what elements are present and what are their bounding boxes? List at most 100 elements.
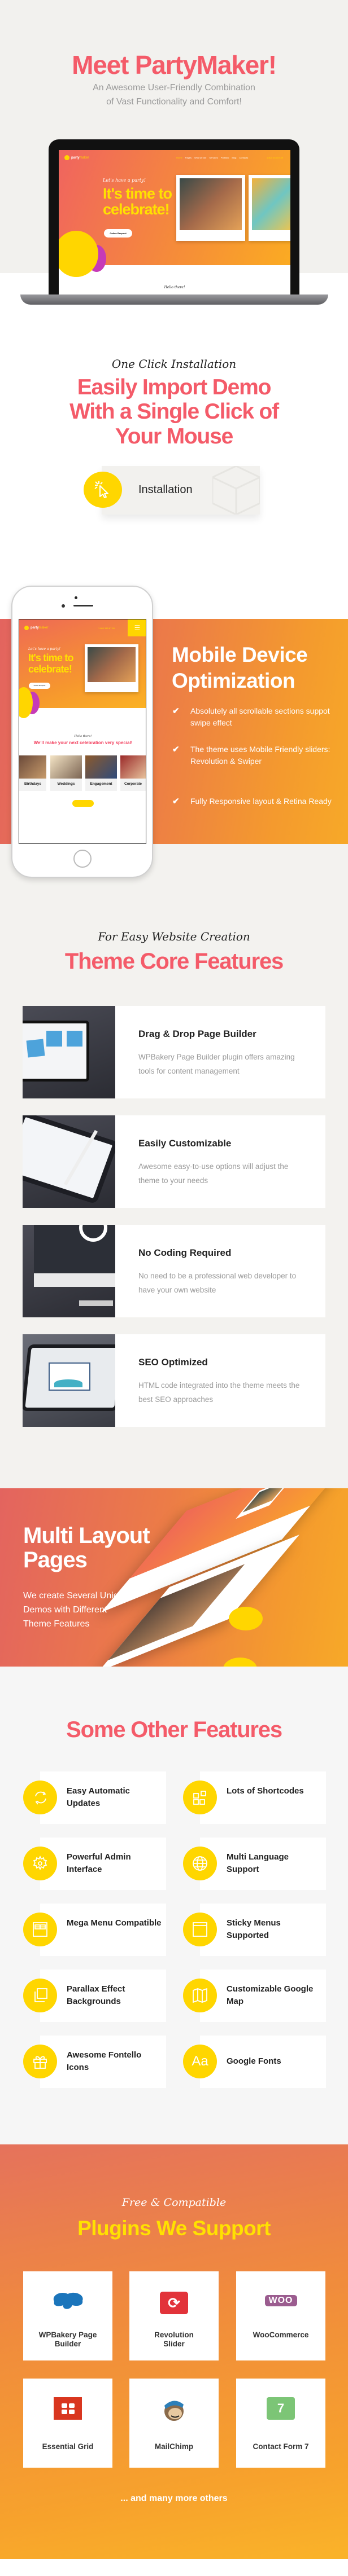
blocks-icon xyxy=(183,1781,217,1814)
mock-nav-item: Contacts xyxy=(239,156,249,159)
mock-category: Birthdays xyxy=(19,755,46,791)
core-heading: Theme Core Features xyxy=(64,949,284,974)
plugins-heading: Plugins We Support xyxy=(77,2217,271,2240)
layers-icon xyxy=(23,1979,57,2012)
installation-button[interactable]: Installation xyxy=(102,466,260,515)
mock-category: Engagement xyxy=(85,755,117,791)
woo-logo-icon: WOO xyxy=(264,2295,297,2306)
feature-label: Easy Automatic Updates xyxy=(67,1786,130,1808)
mock-nav-item: Services xyxy=(209,156,218,159)
plugins-more: ... and many more others xyxy=(120,2494,228,2503)
plugin-card-essential-grid: Essential Grid xyxy=(23,2379,112,2468)
map-icon xyxy=(183,1979,217,2012)
mock-headline-1: It's time to xyxy=(28,652,74,663)
box-watermark-icon xyxy=(212,466,260,515)
smile-logo-icon xyxy=(24,626,29,630)
feature-label: Parallax Effect Backgrounds xyxy=(67,1984,125,2006)
mock-hello: Hello there! xyxy=(74,735,92,738)
mock-nav-item: Pages xyxy=(185,156,192,159)
laptop-base xyxy=(20,294,328,305)
install-heading-1: Easily Import Demo xyxy=(77,375,272,399)
gear-icon xyxy=(23,1847,57,1880)
mock-nav-item: Portfolio xyxy=(220,156,229,159)
feature-label: Mega Menu Compatible xyxy=(67,1918,162,1928)
mock-category-label: Corporate xyxy=(124,782,142,786)
other-heading: Some Other Features xyxy=(66,1717,282,1742)
plugin-card-cf7: 7 Contact Form 7 xyxy=(236,2379,325,2468)
mobile-heading-1: Mobile Device xyxy=(172,643,308,666)
install-heading-2: With a Single Click of xyxy=(69,399,279,424)
mock-photo-card xyxy=(249,175,290,241)
feature-card xyxy=(200,1771,326,1824)
mock-phone: 1 800 345 87 89 xyxy=(267,156,283,159)
tablet-pencil-image xyxy=(23,1115,115,1208)
laptop-screen: party maker Home Pages Who we are Service… xyxy=(59,150,290,294)
phone-screen: ☰ party maker 1 800 345 87 89 Let's have … xyxy=(19,619,146,844)
plugin-card-revslider: ⟳ Revolution Slider xyxy=(129,2271,219,2360)
mock-headline-2: celebrate! xyxy=(103,201,170,218)
core-card: Easily Customizable Awesome easy-to-use … xyxy=(23,1115,325,1208)
core-card: No Coding Required No need to be a profe… xyxy=(23,1225,325,1317)
gift-icon xyxy=(23,2045,57,2078)
hero-subtitle-2: of Vast Functionality and Comfort! xyxy=(106,97,242,107)
multi-heading-2: Pages xyxy=(23,1548,88,1572)
mock-headline-2: celebrate! xyxy=(28,663,72,675)
mock-category-label: Engagement xyxy=(90,782,112,786)
mobile-bullet: ✔ Absolutely all scrollable sections supp… xyxy=(172,705,342,729)
mock-script: Let's have a party! xyxy=(28,647,60,651)
core-card: SEO Optimized HTML code integrated into … xyxy=(23,1334,325,1427)
mock-category: Corporate xyxy=(120,755,146,791)
mock-phone: 1 800 345 87 89 xyxy=(98,627,115,630)
hamburger-menu-icon: ☰ xyxy=(128,619,146,636)
mock-category-label: Weddings xyxy=(57,782,75,786)
feature-card xyxy=(40,1904,166,1956)
feature-label: Google Fonts xyxy=(227,2056,281,2066)
mock-intro: We'll make your next celebration very sp… xyxy=(33,740,133,745)
multi-desc-3: Theme Features xyxy=(23,1619,90,1629)
mobile-bullet: ✔ The theme uses Mobile Friendly sliders:… xyxy=(172,744,342,767)
core-card: Drag & Drop Page Builder WPBakery Page B… xyxy=(23,1006,325,1098)
feature-label: Customizable Google Map xyxy=(227,1984,314,2006)
mock-nav: Home Pages Who we are Services Portfolio… xyxy=(176,156,248,159)
install-heading-3: Your Mouse xyxy=(115,424,233,449)
check-icon: ✔ xyxy=(172,706,180,716)
ipad-seo-image xyxy=(23,1334,115,1427)
page-title: Meet PartyMaker! xyxy=(72,50,277,80)
check-icon: ✔ xyxy=(172,797,180,806)
wpbakery-logo-icon xyxy=(23,2291,112,2313)
globe-icon xyxy=(183,1847,217,1880)
imac-code-image xyxy=(23,1225,115,1317)
window-icon xyxy=(183,1913,217,1946)
revslider-logo-icon: ⟳ xyxy=(129,2292,219,2314)
mobile-heading-2: Optimization xyxy=(172,669,295,692)
mock-nav-item: Who we are xyxy=(194,156,207,159)
feature-label: Lots of Shortcodes xyxy=(227,1786,304,1796)
feature-label: Multi Language Support xyxy=(227,1852,289,1874)
feature-label: Awesome Fontello Icons xyxy=(67,2050,142,2072)
mock-nav-item: Home xyxy=(176,156,182,159)
feature-label: Sticky Menus Supported xyxy=(227,1918,281,1940)
plugins-script: Free & Compatible xyxy=(121,2196,227,2209)
feature-label: Powerful Admin Interface xyxy=(67,1852,131,1874)
essential-grid-logo-icon xyxy=(23,2397,112,2420)
mock-cta: Online Request xyxy=(104,229,132,238)
installation-label: Installation xyxy=(138,483,193,496)
install-script: One Click Installation xyxy=(111,357,237,371)
cursor-click-icon xyxy=(84,472,122,508)
font-icon: Aa xyxy=(183,2045,217,2078)
mock-script: Let's have a party! xyxy=(103,178,146,183)
phone-home-button xyxy=(73,850,92,868)
plugin-card-wpbakery: WPBakery Page Builder xyxy=(23,2271,112,2360)
smile-logo-icon xyxy=(64,155,69,160)
multi-desc-2: Demos with Different xyxy=(23,1605,107,1615)
mobile-bullet: ✔ Fully Responsive layout & Retina Ready xyxy=(172,797,332,806)
mega-menu-icon xyxy=(23,1913,57,1946)
mock-headline-1: It's time to xyxy=(103,185,172,202)
check-icon: ✔ xyxy=(172,745,180,754)
mock-nav-item: Blog xyxy=(232,156,237,159)
plugin-card-woocommerce: WOO WooCommerce xyxy=(236,2271,325,2360)
mock-logo: party maker xyxy=(64,155,89,160)
mock-photo-card xyxy=(176,175,245,241)
multi-heading-1: Multi Layout xyxy=(23,1523,150,1548)
mock-cta: Online Request xyxy=(29,683,50,689)
